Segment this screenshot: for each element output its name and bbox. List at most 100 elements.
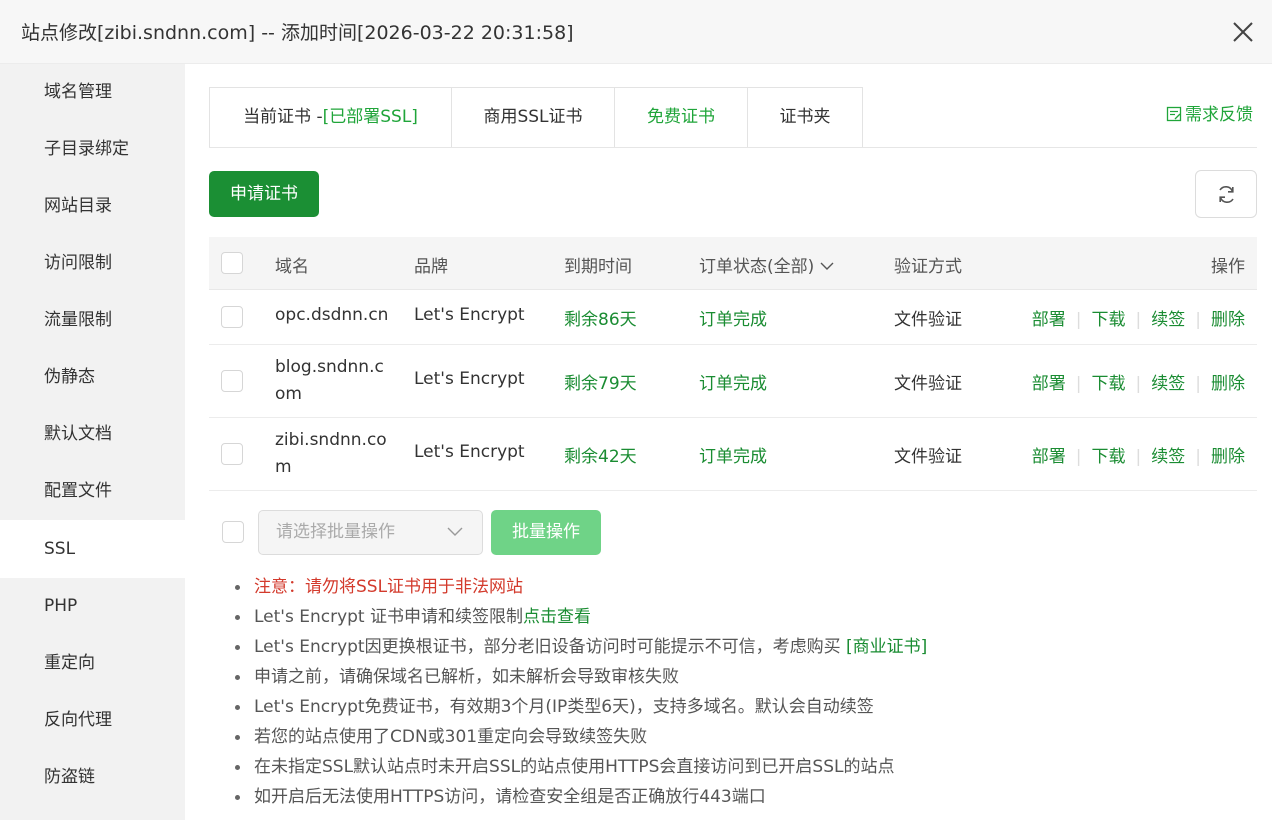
separator: |	[1195, 310, 1201, 330]
row-expiry: 剩余42天	[564, 447, 637, 467]
close-button[interactable]	[1229, 18, 1257, 46]
note-item: 在未指定SSL默认站点时未开启SSL的站点使用HTTPS会直接访问到已开启SSL…	[233, 752, 1253, 782]
separator: |	[1195, 374, 1201, 394]
delete-link[interactable]: 删除	[1211, 374, 1245, 394]
note-item: Let's Encrypt因更换根证书，部分老旧设备访问时可能提示不可信，考虑购…	[233, 632, 1253, 662]
row-status: 订单完成	[699, 374, 767, 394]
renew-link[interactable]: 续签	[1151, 447, 1185, 467]
sidebar-item-redirect[interactable]: 重定向	[0, 635, 185, 692]
note-item: Let's Encrypt 证书申请和续签限制点击查看	[233, 602, 1253, 632]
batch-action-select[interactable]: 请选择批量操作	[258, 510, 483, 555]
feedback-label: 需求反馈	[1185, 105, 1253, 125]
batch-action-button[interactable]: 批量操作	[491, 510, 601, 555]
select-all-checkbox[interactable]	[221, 252, 243, 274]
refresh-icon	[1219, 186, 1234, 203]
download-link[interactable]: 下载	[1092, 310, 1126, 330]
sidebar-item-hotlink[interactable]: 防盗链	[0, 749, 185, 806]
row-status: 订单完成	[699, 447, 767, 467]
header-ops: 操作	[1211, 257, 1245, 277]
separator: |	[1075, 310, 1082, 330]
separator: |	[1075, 447, 1082, 467]
refresh-button[interactable]	[1195, 170, 1257, 218]
sidebar: 域名管理 子目录绑定 网站目录 访问限制 流量限制 伪静态 默认文档 配置文件 …	[0, 64, 185, 820]
deploy-link[interactable]: 部署	[1032, 374, 1066, 394]
row-brand: Let's Encrypt	[414, 369, 525, 389]
row-domain: blog.sndnn.com	[275, 357, 384, 404]
deploy-link[interactable]: 部署	[1032, 310, 1066, 330]
row-checkbox[interactable]	[221, 443, 243, 465]
feedback-icon	[1166, 106, 1182, 122]
row-checkbox[interactable]	[221, 306, 243, 328]
table-row: opc.dsdnn.cn Let's Encrypt 剩余86天 订单完成 文件…	[209, 290, 1257, 345]
tabs-divider	[209, 147, 1257, 148]
rate-limit-link[interactable]: 点击查看	[523, 607, 591, 627]
delete-link[interactable]: 删除	[1211, 310, 1245, 330]
separator: |	[1135, 447, 1142, 467]
batch-select-all-checkbox[interactable]	[222, 521, 244, 543]
main-panel: 当前证书 -[已部署SSL] 商用SSL证书 免费证书 证书夹 需求反馈 申请证…	[185, 64, 1272, 820]
header-expiry: 到期时间	[564, 257, 632, 277]
tab-commercial-ssl[interactable]: 商用SSL证书	[451, 87, 615, 148]
note-item: 如开启后无法使用HTTPS访问，请检查安全组是否正确放行443端口	[233, 782, 1253, 812]
batch-bar: 请选择批量操作 批量操作	[209, 510, 1257, 556]
row-brand: Let's Encrypt	[414, 305, 525, 325]
note-warning: 注意：请勿将SSL证书用于非法网站	[233, 572, 1253, 602]
table-row: blog.sndnn.com Let's Encrypt 剩余79天 订单完成 …	[209, 345, 1257, 418]
sidebar-item-default-doc[interactable]: 默认文档	[0, 406, 185, 463]
header-status-label: 订单状态(全部)	[699, 257, 815, 277]
note-item: 若您的站点使用了CDN或301重定向会导致续签失败	[233, 722, 1253, 752]
note-text: Let's Encrypt因更换根证书，部分老旧设备访问时可能提示不可信，考虑购…	[254, 637, 847, 657]
tab-current-cert-label: 当前证书 -	[243, 107, 323, 127]
chevron-down-icon	[447, 527, 463, 536]
dialog-titlebar: 站点修改[zibi.sndnn.com] -- 添加时间[2026-03-22 …	[0, 0, 1272, 64]
header-status-filter[interactable]: 订单状态(全部)	[699, 252, 834, 277]
feedback-link[interactable]: 需求反馈	[1166, 100, 1253, 125]
tab-free-cert[interactable]: 免费证书	[614, 87, 748, 148]
sidebar-item-site-directory[interactable]: 网站目录	[0, 178, 185, 235]
table-row: zibi.sndnn.com Let's Encrypt 剩余42天 订单完成 …	[209, 418, 1257, 491]
commercial-cert-link[interactable]: [商业证书]	[846, 637, 927, 657]
separator: |	[1135, 310, 1142, 330]
chevron-down-icon	[820, 262, 834, 270]
separator: |	[1195, 447, 1201, 467]
download-link[interactable]: 下载	[1092, 447, 1126, 467]
row-expiry: 剩余86天	[564, 310, 637, 330]
deploy-link[interactable]: 部署	[1032, 447, 1066, 467]
row-expiry: 剩余79天	[564, 374, 637, 394]
sidebar-item-ssl[interactable]: SSL	[0, 520, 185, 578]
sidebar-item-access-limit[interactable]: 访问限制	[0, 235, 185, 292]
sidebar-item-config[interactable]: 配置文件	[0, 463, 185, 520]
ssl-notes-list: 注意：请勿将SSL证书用于非法网站 Let's Encrypt 证书申请和续签限…	[233, 572, 1253, 812]
close-icon	[1233, 22, 1253, 42]
row-verify: 文件验证	[894, 374, 962, 394]
note-text: Let's Encrypt 证书申请和续签限制	[254, 607, 524, 627]
renew-link[interactable]: 续签	[1151, 374, 1185, 394]
dialog-title: 站点修改[zibi.sndnn.com] -- 添加时间[2026-03-22 …	[21, 22, 574, 44]
note-item: Let's Encrypt免费证书，有效期3个月(IP类型6天)，支持多域名。默…	[233, 692, 1253, 722]
row-domain: zibi.sndnn.com	[275, 430, 387, 477]
sidebar-item-domain[interactable]: 域名管理	[0, 64, 185, 121]
delete-link[interactable]: 删除	[1211, 447, 1245, 467]
row-actions: 部署 | 下载 | 续签 | 删除	[1032, 369, 1245, 394]
row-verify: 文件验证	[894, 310, 962, 330]
download-link[interactable]: 下载	[1092, 374, 1126, 394]
row-checkbox[interactable]	[221, 370, 243, 392]
table-header: 域名 品牌 到期时间 订单状态(全部) 验证方式 操作	[209, 237, 1257, 290]
row-domain: opc.dsdnn.cn	[275, 305, 389, 325]
row-status: 订单完成	[699, 310, 767, 330]
sidebar-item-traffic-limit[interactable]: 流量限制	[0, 292, 185, 349]
separator: |	[1135, 374, 1142, 394]
row-verify: 文件验证	[894, 447, 962, 467]
tab-current-cert[interactable]: 当前证书 -[已部署SSL]	[209, 87, 452, 148]
sidebar-item-php[interactable]: PHP	[0, 578, 185, 635]
apply-cert-button[interactable]: 申请证书	[209, 171, 319, 217]
tab-cert-folder[interactable]: 证书夹	[747, 87, 863, 148]
header-domain: 域名	[275, 257, 309, 277]
header-brand: 品牌	[414, 257, 448, 277]
batch-select-placeholder: 请选择批量操作	[276, 522, 395, 542]
renew-link[interactable]: 续签	[1151, 310, 1185, 330]
sidebar-item-subdirectory[interactable]: 子目录绑定	[0, 121, 185, 178]
sidebar-item-rewrite[interactable]: 伪静态	[0, 349, 185, 406]
sidebar-item-reverse-proxy[interactable]: 反向代理	[0, 692, 185, 749]
note-item: 申请之前，请确保域名已解析，如未解析会导致审核失败	[233, 662, 1253, 692]
